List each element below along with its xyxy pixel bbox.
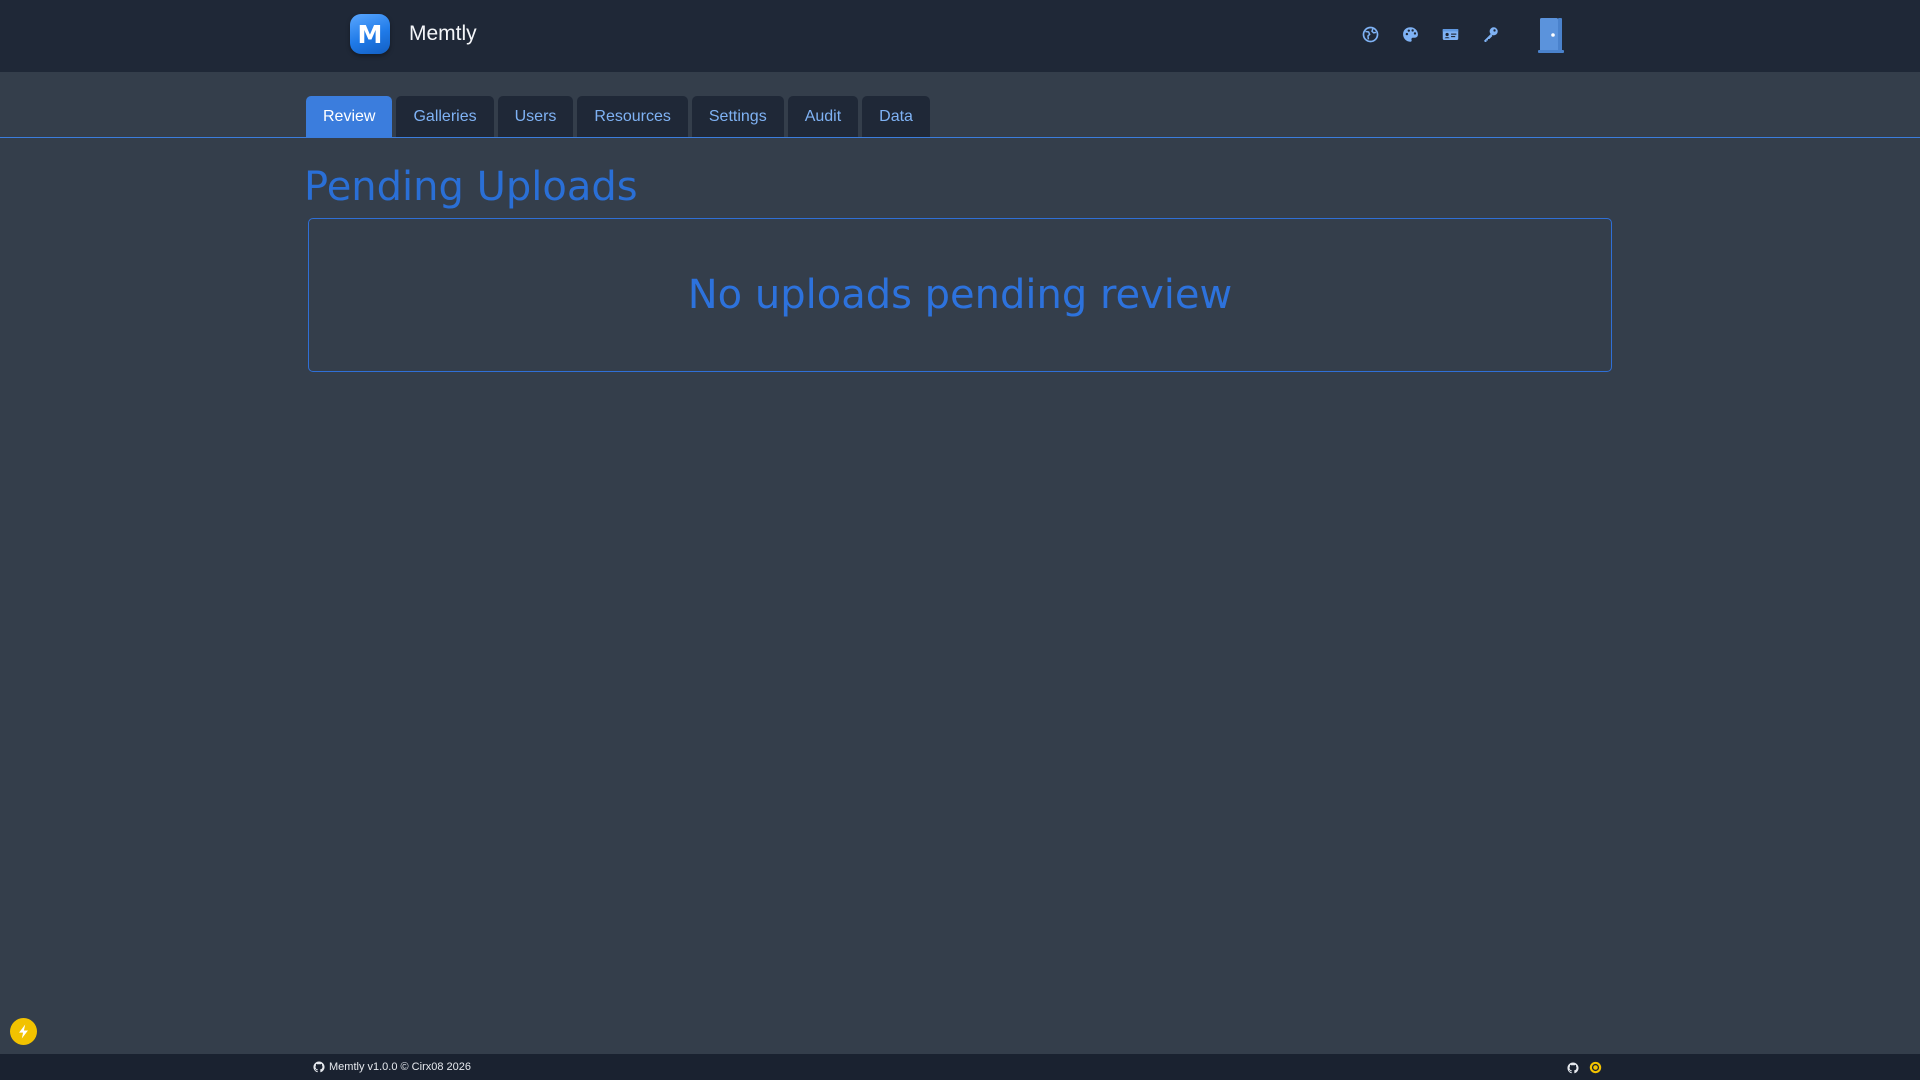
id-card-icon[interactable] bbox=[1438, 22, 1462, 46]
navbar-icons bbox=[1358, 22, 1518, 46]
app-logo[interactable]: M bbox=[350, 14, 390, 54]
tab-audit[interactable]: Audit bbox=[787, 96, 859, 137]
tab-galleries[interactable]: Galleries bbox=[396, 96, 494, 137]
logo-letter: M bbox=[357, 19, 383, 49]
empty-state-message: No uploads pending review bbox=[687, 272, 1233, 318]
logout-door-icon[interactable] bbox=[1536, 16, 1566, 54]
pending-uploads-panel: No uploads pending review bbox=[308, 218, 1612, 372]
github-icon[interactable] bbox=[1566, 1061, 1579, 1074]
tab-data[interactable]: Data bbox=[862, 96, 930, 137]
page-title: Pending Uploads bbox=[304, 164, 638, 210]
footer-text: Memtly v1.0.0 © Cirx08 2026 bbox=[329, 1061, 471, 1073]
tab-settings[interactable]: Settings bbox=[691, 96, 784, 137]
palette-icon[interactable] bbox=[1398, 22, 1422, 46]
admin-tabs: Review Galleries Users Resources Setting… bbox=[306, 96, 934, 137]
tab-review[interactable]: Review bbox=[306, 96, 393, 137]
footer: Memtly v1.0.0 © Cirx08 2026 bbox=[0, 1054, 1920, 1080]
footer-credits[interactable]: Memtly v1.0.0 © Cirx08 2026 bbox=[313, 1061, 471, 1073]
tab-users[interactable]: Users bbox=[497, 96, 574, 137]
footer-links bbox=[1566, 1061, 1612, 1074]
github-icon bbox=[313, 1061, 325, 1073]
coin-icon[interactable] bbox=[1589, 1061, 1602, 1074]
globe-icon[interactable] bbox=[1358, 22, 1382, 46]
app-name: Memtly bbox=[409, 22, 477, 45]
key-icon[interactable] bbox=[1478, 22, 1502, 46]
tab-resources[interactable]: Resources bbox=[577, 96, 688, 137]
lightning-bolt-icon[interactable] bbox=[10, 1018, 37, 1045]
top-navbar: M Memtly bbox=[0, 0, 1920, 72]
brand[interactable]: M Memtly bbox=[350, 14, 477, 54]
tab-divider bbox=[0, 137, 1920, 138]
